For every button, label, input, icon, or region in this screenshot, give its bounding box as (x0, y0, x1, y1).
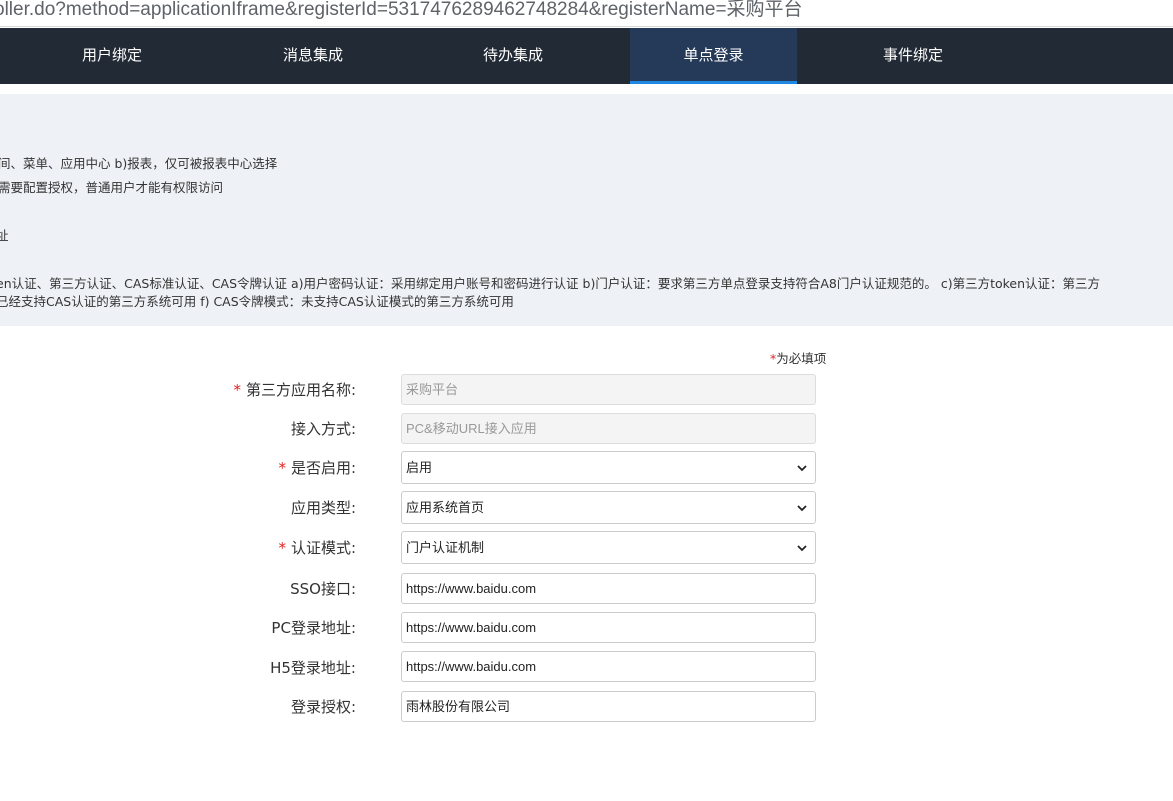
label-login-authorization: 登录授权: (290, 698, 356, 716)
info-line: en认证、第三方认证、CAS标准认证、CAS令牌认证 a)用户密码认证：采用绑定… (0, 276, 1101, 291)
app-name-field[interactable]: 采购平台 (401, 374, 816, 405)
h5-login-url-input[interactable]: https://www.baidu.com (401, 651, 816, 682)
tab-message-integration[interactable]: 消息集成 (213, 28, 413, 84)
required-star: * (278, 459, 286, 477)
required-note: *为必填项 (770, 348, 826, 367)
app-type-select[interactable]: 应用系统首页 (401, 491, 816, 524)
tab-user-binding[interactable]: 用户绑定 (12, 28, 212, 84)
chevron-down-icon (797, 505, 807, 512)
auth-mode-select[interactable]: 门户认证机制 (401, 531, 816, 564)
chevron-down-icon (797, 545, 807, 552)
label-h5-login-url: H5登录地址: (270, 659, 356, 677)
info-line: 已经支持CAS认证的第三方系统可用 f) CAS令牌模式：未支持CAS认证模式的… (0, 294, 514, 309)
label-auth-mode: * 认证模式: (278, 539, 356, 557)
info-line: 需要配置授权，普通用户才能有权限访问 (0, 180, 224, 195)
tab-event-binding[interactable]: 事件绑定 (813, 28, 1013, 84)
info-line: 址 (0, 228, 9, 243)
label-sso-interface: SSO接口: (290, 580, 356, 598)
address-bar-url[interactable]: oller.do?method=applicationIframe&regist… (0, 0, 803, 21)
label-pc-login-url: PC登录地址: (271, 619, 356, 637)
enabled-select[interactable]: 启用 (401, 451, 816, 484)
app-type-select-value: 应用系统首页 (406, 500, 485, 515)
required-star: * (278, 539, 286, 557)
tab-todo-integration[interactable]: 待办集成 (413, 28, 613, 84)
chevron-down-icon (797, 465, 807, 472)
address-bar[interactable]: oller.do?method=applicationIframe&regist… (0, 0, 1173, 27)
info-line: 间、菜单、应用中心 b)报表，仅可被报表中心选择 (0, 156, 278, 171)
info-panel: 间、菜单、应用中心 b)报表，仅可被报表中心选择 需要配置授权，普通用户才能有权… (0, 94, 1173, 326)
sso-interface-input[interactable]: https://www.baidu.com (401, 573, 816, 604)
enabled-select-value: 启用 (406, 460, 433, 475)
label-app-type: 应用类型: (290, 499, 356, 517)
label-access-method: 接入方式: (290, 420, 356, 438)
access-method-field[interactable]: PC&移动URL接入应用 (401, 413, 816, 444)
label-enabled: * 是否启用: (278, 459, 356, 477)
top-nav: 用户绑定 消息集成 待办集成 单点登录 事件绑定 (0, 28, 1173, 84)
required-star: * (233, 381, 241, 399)
pc-login-url-input[interactable]: https://www.baidu.com (401, 612, 816, 643)
login-authorization-input[interactable]: 雨林股份有限公司 (401, 691, 816, 722)
label-app-name: * 第三方应用名称: (233, 381, 356, 399)
required-note-text: 为必填项 (776, 351, 827, 366)
auth-mode-select-value: 门户认证机制 (406, 540, 485, 555)
tab-single-sign-on[interactable]: 单点登录 (630, 28, 797, 84)
